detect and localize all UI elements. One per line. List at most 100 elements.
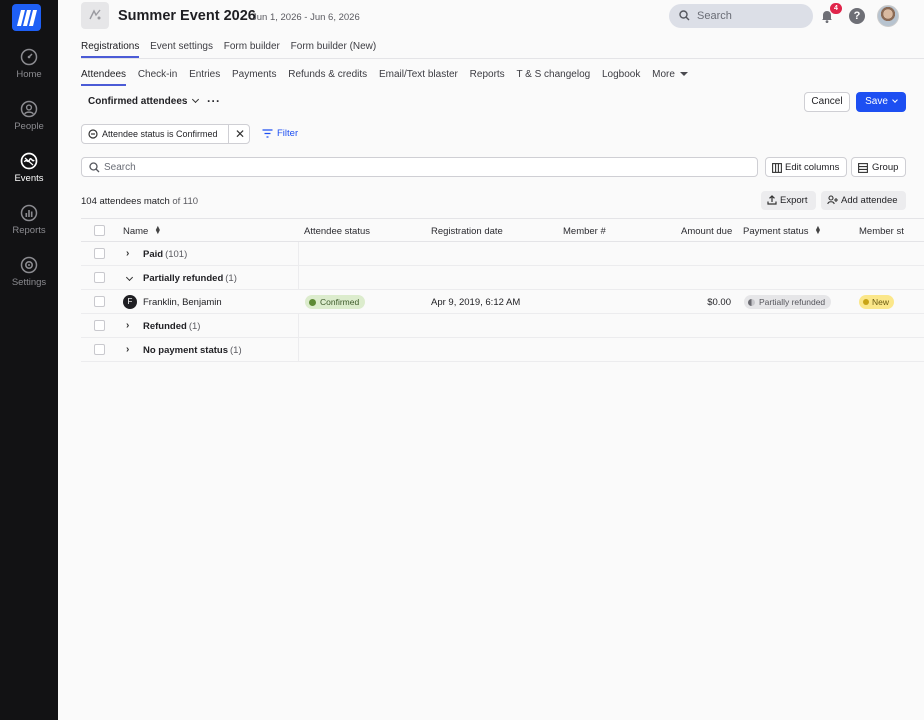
tab-attendees[interactable]: Attendees [81,69,127,86]
view-selector-label: Confirmed attendees [88,96,188,107]
more-options-button[interactable]: ··· [207,94,221,108]
column-member-status[interactable]: Member st [859,226,904,237]
user-avatar[interactable] [877,5,899,27]
filter-button-label: Filter [277,128,299,139]
match-summary: 104 attendees match of 110 [81,196,198,207]
tab-event-settings[interactable]: Event settings [150,41,213,56]
nav-home[interactable]: Home [0,48,58,80]
column-registration-date[interactable]: Registration date [431,226,503,237]
attendee-name[interactable]: Franklin, Benjamin [143,297,222,308]
status-circle-icon [88,129,98,139]
export-button[interactable]: Export [761,191,816,210]
nav-settings[interactable]: Settings [0,256,58,288]
tab-refunds-credits[interactable]: Refunds & credits [288,69,367,84]
tab-reports[interactable]: Reports [470,69,505,84]
table-row[interactable]: › No payment status (1) [81,338,924,362]
column-divider [298,338,299,362]
tab-check-in[interactable]: Check-in [138,69,177,84]
select-all-checkbox[interactable] [94,225,105,236]
tab-more[interactable]: More [652,69,688,84]
row-checkbox[interactable] [94,296,105,307]
amount-due: $0.00 [707,297,731,308]
filter-chip[interactable]: Attendee status is Confirmed ✕ [81,124,250,144]
group-button[interactable]: Group [851,157,906,177]
attendees-table: Name ▲ ▼ Attendee status Registration date… [81,218,924,362]
nav-reports-label: Reports [12,225,46,236]
tabs-divider [81,58,924,59]
nav-reports[interactable]: Reports [0,204,58,236]
global-search-input[interactable] [697,8,805,24]
global-search[interactable] [669,4,813,28]
payment-status-label: Partially refunded [759,297,826,307]
nav-home-label: Home [16,69,42,80]
row-checkbox[interactable] [94,320,105,331]
avatar: F [123,295,137,309]
filter-button[interactable]: Filter [262,128,298,139]
column-divider [298,242,299,266]
chevron-right-icon[interactable]: › [126,320,129,331]
event-thumbnail[interactable] [81,2,109,29]
top-header: Summer Event 2026 Jun 1, 2026 - Jun 6, 2… [58,0,924,36]
column-name[interactable]: Name ▲ ▼ [123,225,162,237]
tab-payments[interactable]: Payments [232,69,276,84]
column-member-number[interactable]: Member # [563,226,606,237]
tab-entries[interactable]: Entries [189,69,220,84]
attendee-search[interactable] [81,157,758,177]
caret-down-icon [679,72,688,76]
group-label: Refunded (1) [143,321,200,332]
group-label: Paid (101) [143,249,187,260]
chevron-down-icon[interactable] [125,272,134,283]
tab-form-builder-new[interactable]: Form builder (New) [291,41,377,56]
save-button[interactable]: Save [856,92,906,112]
tab-registrations[interactable]: Registrations [81,41,140,58]
tab-form-builder[interactable]: Form builder [224,41,280,56]
help-icon[interactable]: ? [849,8,865,24]
column-attendee-status[interactable]: Attendee status [304,226,370,237]
status-dot-icon [863,299,869,305]
event-title: Summer Event 2026 [118,8,256,24]
status-dot-icon [309,299,316,306]
add-attendee-button[interactable]: Add attendee [821,191,906,210]
tab-ts-changelog[interactable]: T & S changelog [516,69,590,84]
member-status-badge: New [859,295,895,309]
nav-people[interactable]: People [0,100,58,132]
tab-logbook[interactable]: Logbook [602,69,640,84]
tab-more-label: More [652,69,675,80]
columns-icon [772,163,782,173]
search-icon [89,162,100,173]
add-attendee-label: Add attendee [841,195,898,206]
sort-icon: ▲ ▼ [814,225,822,236]
edit-columns-button[interactable]: Edit columns [765,157,847,177]
sort-icon: ▲ ▼ [154,225,162,236]
table-row[interactable]: › Refunded (1) [81,314,924,338]
left-nav: Home People Events Reports Settings [0,0,58,720]
column-payment-status[interactable]: Payment status ▲ ▼ [743,225,822,237]
status-badge: Confirmed [305,295,366,309]
match-count: 104 attendees match [81,196,170,207]
column-amount-due[interactable]: Amount due [681,226,732,237]
attendee-search-input[interactable] [104,160,744,174]
nav-events[interactable]: Events [0,152,58,184]
close-icon[interactable]: ✕ [235,127,245,141]
nav-settings-label: Settings [11,277,47,288]
gear-icon [20,256,38,274]
row-checkbox[interactable] [94,344,105,355]
chevron-right-icon[interactable]: › [126,344,129,355]
row-checkbox[interactable] [94,272,105,283]
nav-people-label: People [14,121,44,132]
app-logo[interactable] [12,4,41,31]
payment-status-badge: Partially refunded [744,295,832,309]
chip-divider [228,125,229,143]
group-label: Group [872,162,899,173]
secondary-tabs: Attendees Check-in Entries Payments Refu… [81,69,697,87]
view-selector[interactable]: Confirmed attendees [88,95,200,107]
notification-badge: 4 [830,3,842,14]
cancel-button[interactable]: Cancel [804,92,850,112]
table-row[interactable]: F Franklin, Benjamin Confirmed Apr 9, 20… [81,290,924,314]
chevron-right-icon[interactable]: › [126,248,129,259]
table-row[interactable]: › Paid (101) [81,242,924,266]
table-row[interactable]: Partially refunded (1) [81,266,924,290]
nav-events-label: Events [14,173,44,184]
row-checkbox[interactable] [94,248,105,259]
tab-email-text-blaster[interactable]: Email/Text blaster [379,69,458,84]
